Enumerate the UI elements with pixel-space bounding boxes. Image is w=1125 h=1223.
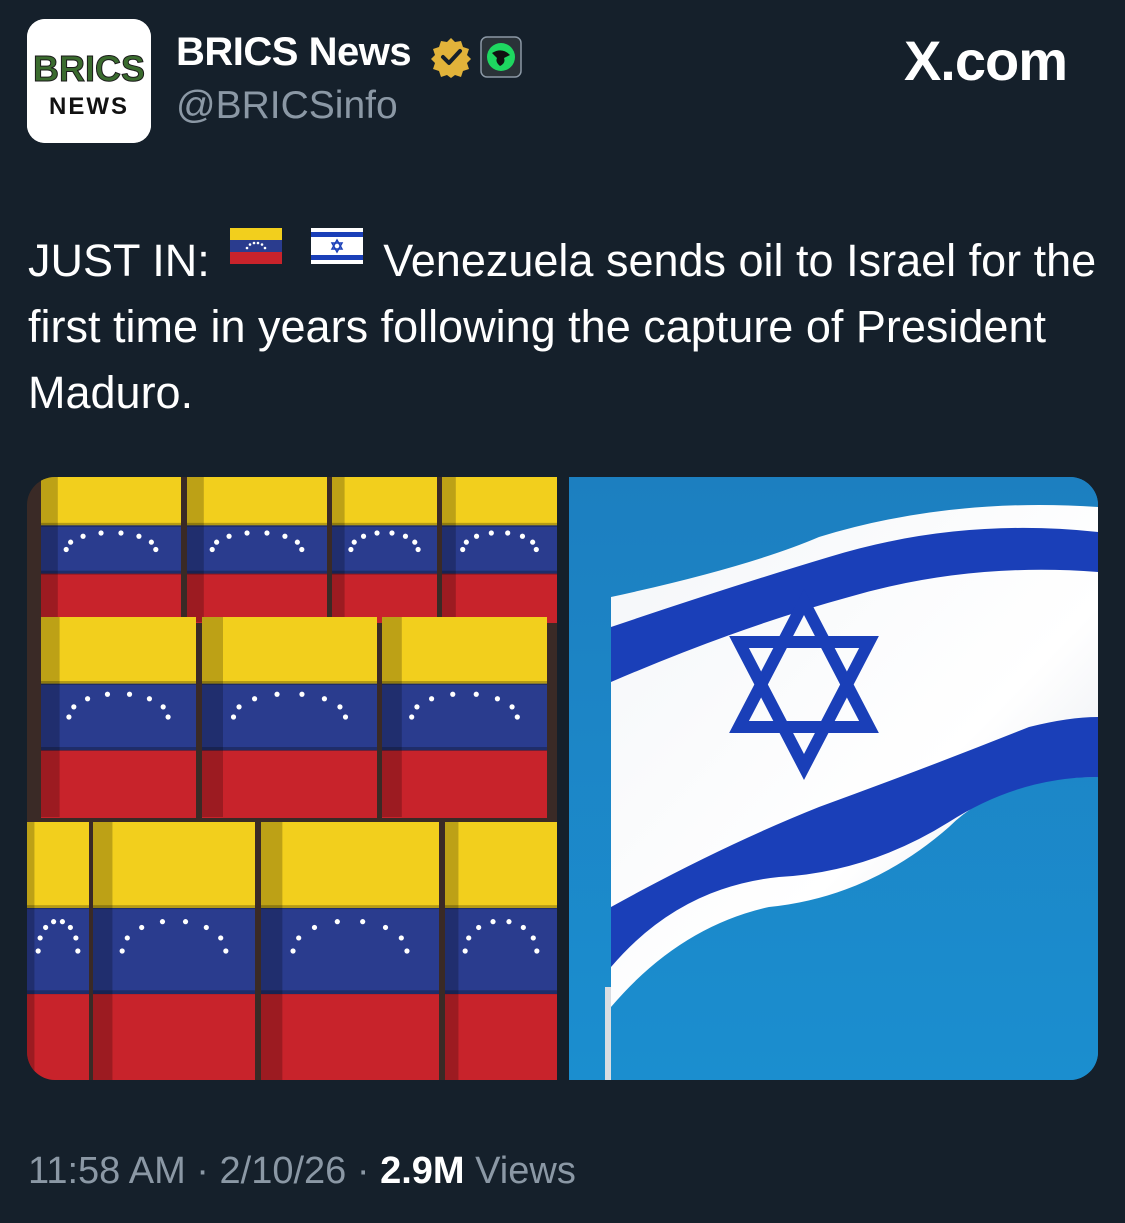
avatar-news-text: NEWS [49,93,129,120]
venezuela-flag-icon [230,216,283,282]
oil-barrel [445,822,557,1080]
verified-badge-icon[interactable] [430,36,472,78]
tweet-prefix: JUST IN: [28,235,210,286]
meta-separator: · [356,1150,370,1192]
oil-barrel [41,477,181,623]
oil-barrel [261,822,439,1080]
oil-barrel [382,617,547,818]
tweet-meta: 11:58 AM · 2/10/26 · 2.9M Views [28,1150,576,1193]
tweet-date[interactable]: 2/10/26 [220,1150,347,1192]
site-label: X.com [903,29,1068,92]
oil-barrel [41,617,196,818]
oil-barrel [332,477,437,623]
affiliate-badge-icon[interactable] [480,36,522,78]
israel-flag-icon [310,216,363,282]
display-name[interactable]: BRICS News [176,30,412,75]
views-count[interactable]: 2.9M [380,1150,464,1192]
tweet-media[interactable] [27,477,1098,1080]
tweet-time[interactable]: 11:58 AM [28,1150,186,1192]
oil-barrel [202,617,377,818]
meta-separator: · [196,1150,209,1192]
avatar[interactable]: BRICS NEWS [27,19,151,143]
brics-news-logo: BRICS NEWS [27,19,151,143]
avatar-brics-text: BRICS [33,48,145,89]
israel-flag-image [569,477,1098,1080]
media-image-barrels[interactable] [27,477,557,1080]
media-image-flag[interactable] [569,477,1098,1080]
oil-barrel [442,477,557,623]
venezuela-oil-barrels-image [27,477,557,1080]
tweet-text: JUST IN: Venezuela sends oil to Israel f… [28,216,1098,426]
account-handle[interactable]: @BRICSinfo [176,84,398,128]
oil-barrel [93,822,255,1080]
oil-barrel [187,477,327,623]
views-label[interactable]: Views [475,1150,576,1192]
oil-barrel [27,822,89,1080]
